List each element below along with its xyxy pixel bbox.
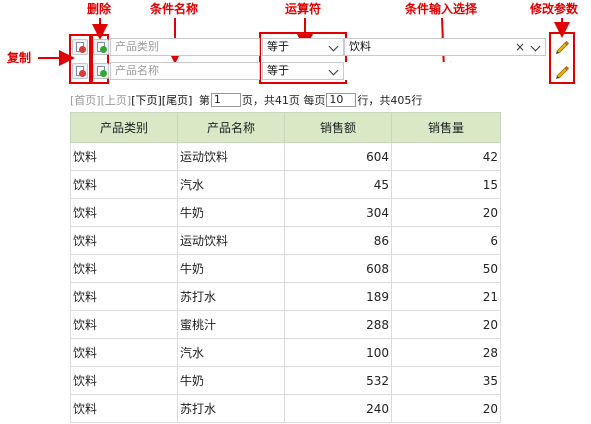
cell-sales-amount: 100: [284, 338, 392, 367]
cell-sales-amount: 304: [284, 198, 392, 227]
operator-select[interactable]: 等于: [262, 38, 344, 56]
annotation-condition-name: 条件名称: [150, 2, 199, 16]
annotation-operator: 运算符: [285, 2, 322, 16]
annotation-copy: 复制: [7, 51, 32, 65]
table-row[interactable]: 饮料 运动饮料 86 6: [70, 226, 501, 255]
sales-table: 产品类别 产品名称 销售额 销售量 饮料 运动饮料 604 42 饮料 汽水 45 15 饮料牛…: [70, 112, 501, 423]
column-header-category[interactable]: 产品类别: [70, 112, 178, 143]
cell-product: 牛奶: [177, 198, 285, 227]
annotation-modify-params: 修改参数: [530, 2, 579, 16]
table-row[interactable]: 饮料 汽水 100 28: [70, 338, 501, 367]
cell-category: 饮料: [70, 170, 178, 199]
table-row[interactable]: 饮料 蜜桃汁 288 20: [70, 310, 501, 339]
cell-sales-volume: 6: [391, 226, 501, 255]
cell-sales-volume: 15: [391, 170, 501, 199]
remove-badge-icon: [79, 70, 86, 77]
cell-sales-volume: 28: [391, 338, 501, 367]
prev-page-link[interactable]: [上页]: [101, 93, 132, 109]
cell-product: 运动饮料: [177, 226, 285, 255]
annotation-delete: 删除: [87, 2, 112, 16]
table-row[interactable]: 饮料 运动饮料 604 42: [70, 142, 501, 171]
cell-product: 牛奶: [177, 254, 285, 283]
cell-product: 蜜桃汁: [177, 310, 285, 339]
row-count-label: 行，共405行: [357, 94, 423, 107]
cell-product: 牛奶: [177, 366, 285, 395]
delete-condition-button[interactable]: [93, 63, 109, 79]
chevron-down-icon: [328, 41, 339, 52]
pagination-bar: [首页][上页][下页][尾页] 第 1 页，共41页 每页 10 行，共405行: [70, 93, 422, 109]
page-number-input[interactable]: 1: [210, 93, 241, 107]
cell-sales-amount: 608: [284, 254, 392, 283]
cell-product: 汽水: [177, 338, 285, 367]
cell-category: 饮料: [70, 142, 178, 171]
last-page-link[interactable]: [尾页]: [162, 93, 193, 109]
condition-value-input[interactable]: [344, 62, 544, 80]
condition-value-select[interactable]: 饮料 ×: [344, 38, 546, 56]
page-prefix-label: 第: [198, 94, 210, 107]
edit-pencil-icon[interactable]: [554, 63, 570, 79]
clear-icon[interactable]: ×: [515, 39, 525, 55]
operator-value: 等于: [267, 40, 289, 53]
cell-category: 饮料: [70, 338, 178, 367]
cell-sales-amount: 45: [284, 170, 392, 199]
cell-sales-volume: 20: [391, 394, 501, 423]
table-row[interactable]: 饮料 牛奶 532 35: [70, 366, 501, 395]
cell-product: 苏打水: [177, 394, 285, 423]
operator-value: 等于: [267, 64, 289, 77]
copy-condition-button[interactable]: [72, 63, 88, 79]
table-row[interactable]: 饮料 苏打水 189 21: [70, 282, 501, 311]
cell-product: 运动饮料: [177, 142, 285, 171]
operator-select[interactable]: 等于: [262, 62, 344, 80]
cell-sales-amount: 240: [284, 394, 392, 423]
next-page-link[interactable]: [下页]: [131, 93, 162, 109]
cell-sales-amount: 288: [284, 310, 392, 339]
column-header-sales-amount[interactable]: 销售额: [284, 112, 392, 143]
copy-condition-button[interactable]: [72, 39, 88, 55]
cell-sales-amount: 189: [284, 282, 392, 311]
column-header-sales-volume[interactable]: 销售量: [391, 112, 501, 143]
cell-category: 饮料: [70, 226, 178, 255]
table-row[interactable]: 饮料 苏打水 240 20: [70, 394, 501, 423]
table-header-row: 产品类别 产品名称 销售额 销售量: [70, 112, 501, 143]
table-row[interactable]: 饮料 牛奶 608 50: [70, 254, 501, 283]
cell-category: 饮料: [70, 282, 178, 311]
page-size-input[interactable]: 10: [326, 93, 357, 107]
cell-sales-volume: 20: [391, 310, 501, 339]
column-header-product[interactable]: 产品名称: [177, 112, 285, 143]
table-row[interactable]: 饮料 汽水 45 15: [70, 170, 501, 199]
cell-product: 苏打水: [177, 282, 285, 311]
annotation-condition-input: 条件输入选择: [405, 2, 478, 16]
table-row[interactable]: 饮料 牛奶 304 20: [70, 198, 501, 227]
cell-sales-amount: 532: [284, 366, 392, 395]
condition-name-field[interactable]: 产品名称: [110, 62, 260, 80]
cell-category: 饮料: [70, 254, 178, 283]
add-badge-icon: [100, 70, 107, 77]
page-count-label: 页，共41页 每页: [241, 94, 326, 107]
condition-value: 饮料: [349, 40, 371, 53]
cell-sales-amount: 604: [284, 142, 392, 171]
first-page-link[interactable]: [首页]: [70, 93, 101, 109]
cell-sales-volume: 20: [391, 198, 501, 227]
cell-sales-volume: 35: [391, 366, 501, 395]
cell-category: 饮料: [70, 310, 178, 339]
cell-category: 饮料: [70, 366, 178, 395]
cell-sales-volume: 21: [391, 282, 501, 311]
remove-badge-icon: [79, 46, 86, 53]
cell-category: 饮料: [70, 198, 178, 227]
edit-pencil-icon[interactable]: [554, 38, 570, 54]
delete-condition-button[interactable]: [93, 39, 109, 55]
chevron-down-icon: [328, 65, 339, 76]
cell-sales-amount: 86: [284, 226, 392, 255]
cell-product: 汽水: [177, 170, 285, 199]
chevron-down-icon: [530, 41, 541, 52]
cell-sales-volume: 50: [391, 254, 501, 283]
condition-name-field[interactable]: 产品类别: [110, 38, 260, 56]
cell-sales-volume: 42: [391, 142, 501, 171]
cell-category: 饮料: [70, 394, 178, 423]
add-badge-icon: [100, 46, 107, 53]
